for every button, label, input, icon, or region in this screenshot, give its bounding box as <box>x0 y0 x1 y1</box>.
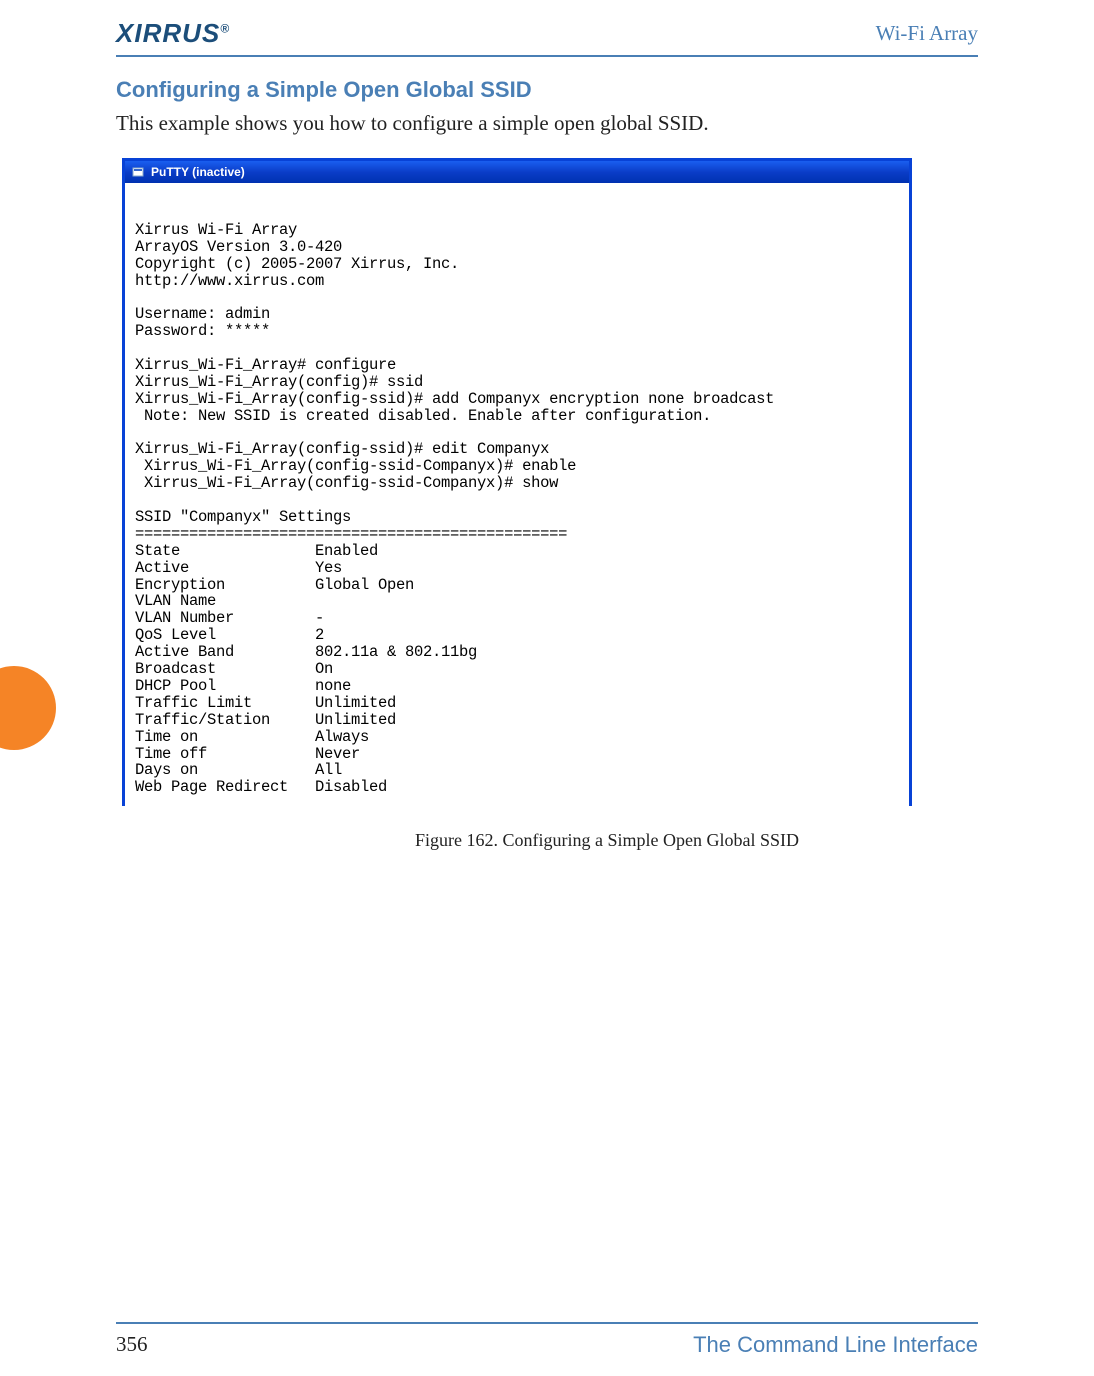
window-title: PuTTY (inactive) <box>151 165 245 179</box>
page-container: XIRRUS® Wi-Fi Array Configuring a Simple… <box>0 0 1094 1376</box>
terminal-window: PuTTY (inactive) Xirrus Wi-Fi Array Arra… <box>122 158 912 806</box>
page-number: 356 <box>116 1332 148 1358</box>
window-titlebar: PuTTY (inactive) <box>125 161 909 183</box>
footer-section-name: The Command Line Interface <box>693 1332 978 1358</box>
terminal-output: Xirrus Wi-Fi Array ArrayOS Version 3.0-4… <box>125 183 909 806</box>
brand-logo: XIRRUS® <box>116 18 230 49</box>
section-title: Configuring a Simple Open Global SSID <box>116 77 978 103</box>
putty-icon <box>131 165 145 179</box>
figure-caption: Figure 162. Configuring a Simple Open Gl… <box>236 830 978 851</box>
page-header: XIRRUS® Wi-Fi Array <box>116 18 978 57</box>
section-intro: This example shows you how to configure … <box>116 111 978 136</box>
header-product-label: Wi-Fi Array <box>876 21 978 46</box>
brand-text: XIRRUS® <box>116 18 230 49</box>
page-footer: 356 The Command Line Interface <box>116 1322 978 1358</box>
